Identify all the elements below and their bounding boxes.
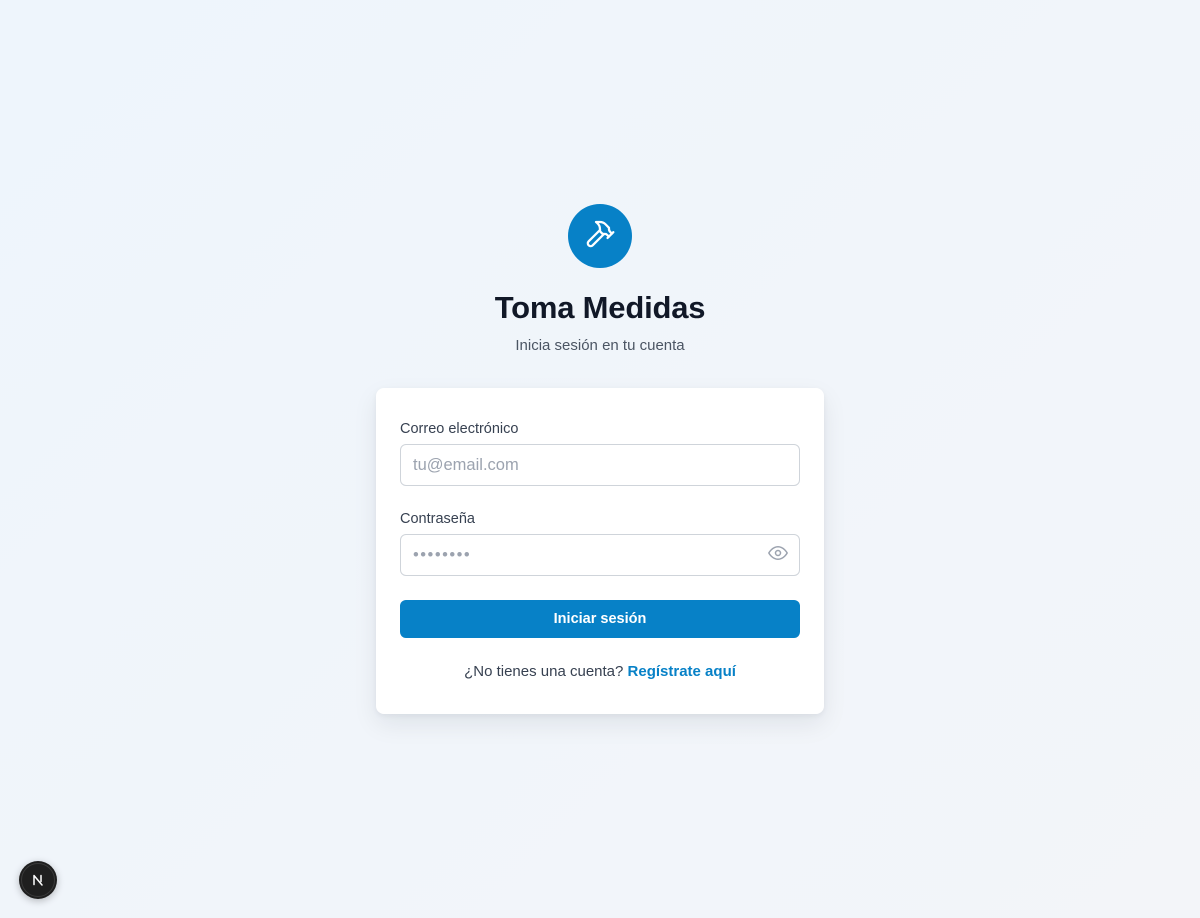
- signup-link[interactable]: Regístrate aquí: [628, 663, 736, 680]
- signup-row: ¿No tienes una cuenta? Regístrate aquí: [376, 663, 824, 680]
- logo: [568, 204, 632, 268]
- login-page: Toma Medidas Inicia sesión en tu cuenta …: [0, 0, 1200, 918]
- password-input[interactable]: [400, 534, 800, 576]
- nextjs-icon: [21, 863, 55, 897]
- nextjs-dev-badge[interactable]: [19, 861, 57, 899]
- app-subtitle: Inicia sesión en tu cuenta: [515, 337, 685, 354]
- toggle-password-visibility-button[interactable]: [764, 545, 792, 565]
- eye-icon: [768, 543, 788, 568]
- app-title: Toma Medidas: [494, 290, 706, 325]
- email-input[interactable]: [400, 444, 800, 486]
- email-label: Correo electrónico: [400, 421, 519, 437]
- password-label: Contraseña: [400, 511, 475, 527]
- signup-prompt: ¿No tienes una cuenta?: [464, 663, 628, 680]
- login-button[interactable]: Iniciar sesión: [400, 600, 800, 638]
- hammer-icon: [584, 218, 616, 255]
- login-card: Correo electrónico Contraseña Iniciar se…: [376, 388, 824, 714]
